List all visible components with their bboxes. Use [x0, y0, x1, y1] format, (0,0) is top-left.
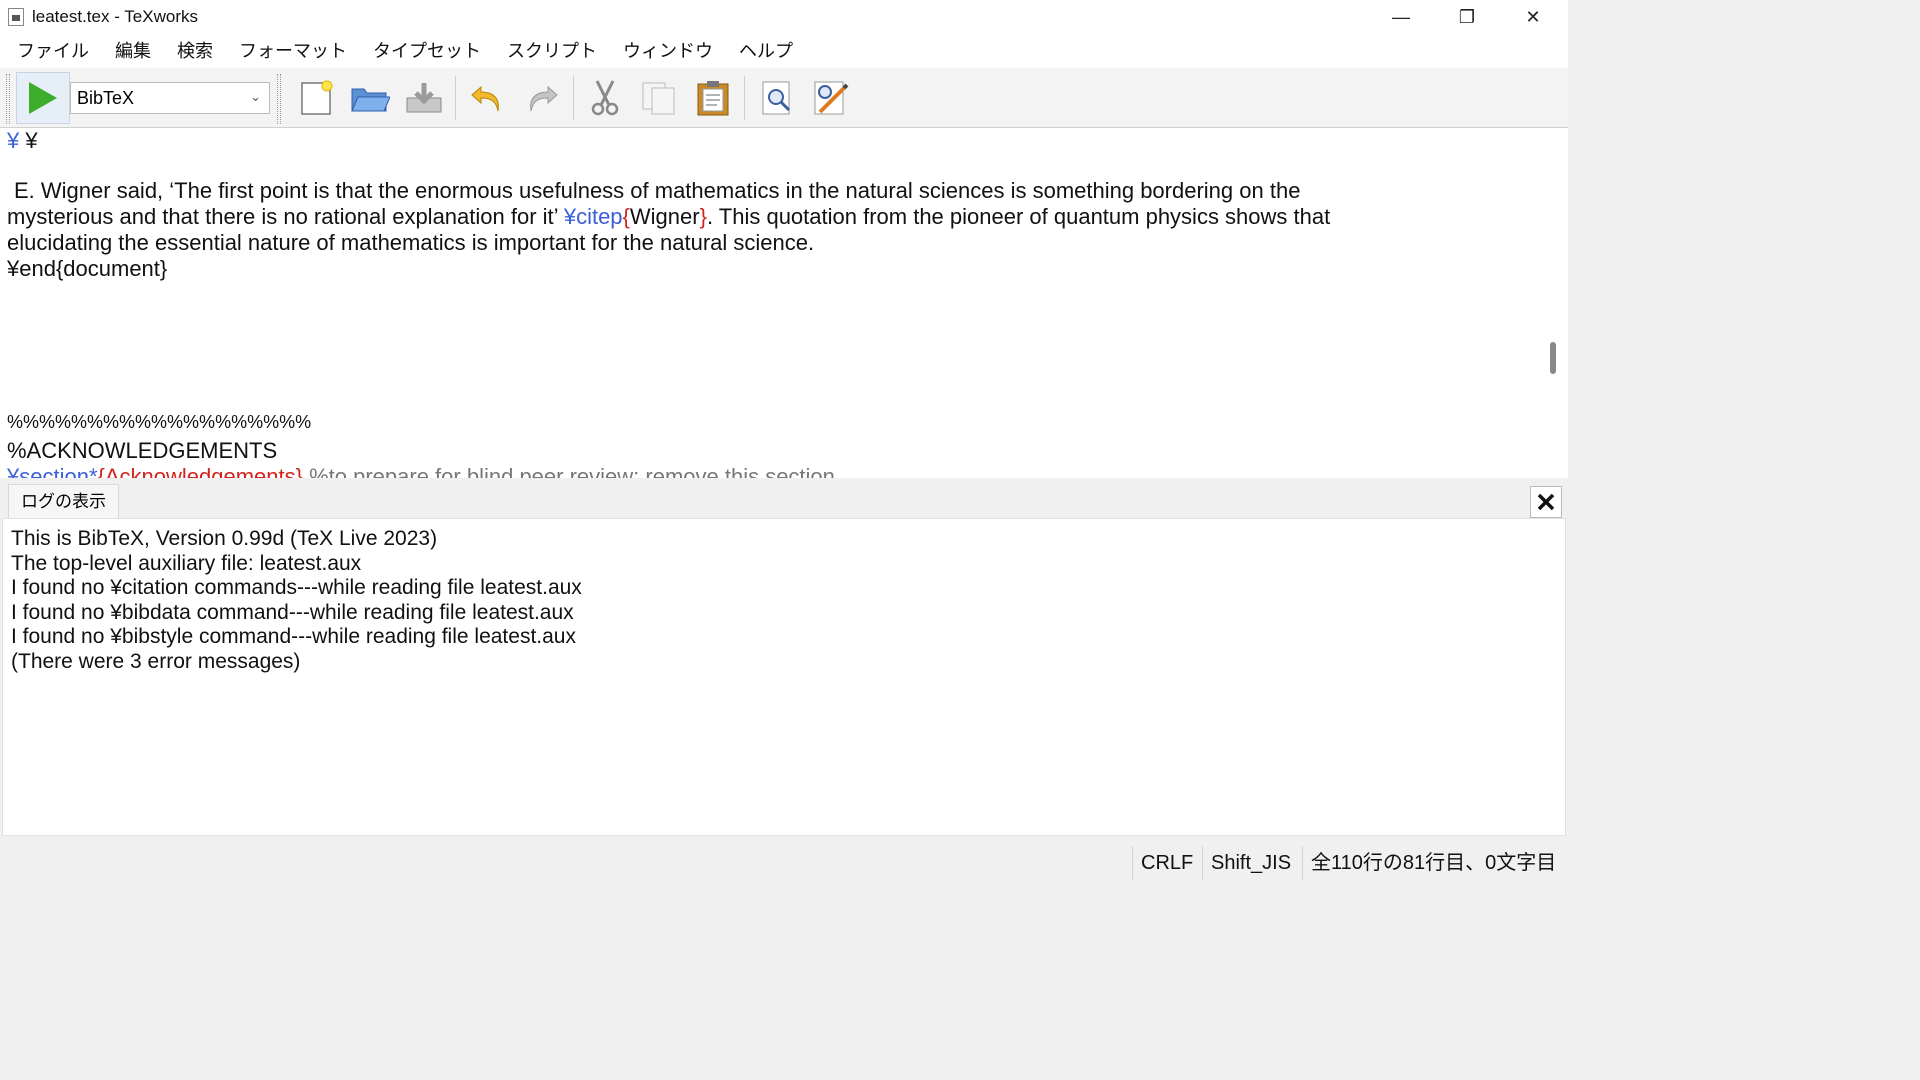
replace-button[interactable] — [811, 78, 851, 118]
cut-button[interactable] — [585, 78, 625, 118]
toolbar-separator — [744, 76, 745, 120]
menu-typeset[interactable]: タイプセット — [360, 34, 494, 68]
close-icon — [1537, 493, 1555, 511]
comment-text: %to prepare for blind peer review: remov… — [302, 464, 835, 478]
find-icon — [762, 81, 791, 115]
log-tab[interactable]: ログの表示 — [8, 484, 119, 518]
log-line: I found no ¥bibdata command---while read… — [11, 601, 574, 624]
menu-file[interactable]: ファイル — [4, 34, 102, 68]
editor-line: ¥section*{Acknowledgements} %to prepare … — [7, 464, 835, 478]
citep-command: ¥citep — [563, 204, 623, 229]
source-editor[interactable]: ¥ ¥ E. Wigner said, ‘The first point is … — [0, 128, 1568, 478]
section-command: ¥section* — [7, 464, 98, 478]
paste-icon — [697, 81, 729, 116]
editor-line: mysterious and that there is no rational… — [7, 204, 1330, 230]
toolbar-separator — [455, 76, 456, 120]
redo-icon — [530, 85, 558, 112]
chevron-down-icon: ⌄ — [250, 89, 261, 104]
cursor-position-status: 全110行の81行目、0文字目 — [1302, 846, 1564, 880]
menu-scripts[interactable]: スクリプト — [494, 34, 610, 68]
menu-edit[interactable]: 編集 — [102, 34, 164, 68]
new-document-button[interactable] — [296, 78, 336, 118]
toolbar: BibTeX ⌄ — [0, 68, 1568, 128]
texworks-app-icon — [8, 8, 24, 26]
close-log-button[interactable] — [1530, 486, 1562, 518]
toolbar-grip[interactable] — [6, 74, 10, 124]
menu-bar: ファイル 編集 検索 フォーマット タイプセット スクリプト ウィンドウ ヘルプ — [0, 34, 1568, 68]
save-icon — [406, 83, 442, 113]
menu-search[interactable]: 検索 — [164, 34, 226, 68]
toolbar-grip-2[interactable] — [277, 74, 281, 124]
save-button[interactable] — [404, 78, 444, 118]
find-button[interactable] — [758, 78, 798, 118]
engine-value: BibTeX — [77, 87, 135, 108]
menu-format[interactable]: フォーマット — [226, 34, 360, 68]
toolbar-separator — [573, 76, 574, 120]
log-line: This is BibTeX, Version 0.99d (TeX Live … — [11, 527, 438, 550]
undo-icon — [471, 85, 499, 112]
section-argument: {Acknowledgements} — [97, 464, 303, 478]
yen-text: ¥ — [25, 128, 38, 153]
typeset-icon — [29, 82, 57, 114]
redo-button[interactable] — [522, 78, 562, 118]
comment-line: %%%%%%%%%%%%%%%%%%% — [7, 412, 312, 432]
yen-command: ¥ — [7, 128, 20, 153]
comment-line: %ACKNOWLEDGEMENTS — [7, 438, 278, 463]
log-line: The top-level auxiliary file: leatest.au… — [11, 552, 362, 575]
maximize-button[interactable]: ❐ — [1434, 0, 1500, 34]
log-line: I found no ¥bibstyle command---while rea… — [11, 625, 576, 648]
log-line: (There were 3 error messages) — [11, 650, 301, 673]
new-document-icon — [301, 80, 333, 115]
close-window-button[interactable]: ✕ — [1500, 0, 1566, 34]
line-ending-status[interactable]: CRLF — [1132, 846, 1201, 880]
editor-line: ¥ ¥ — [7, 128, 38, 154]
menu-help[interactable]: ヘルプ — [726, 34, 806, 68]
cut-icon — [591, 80, 619, 116]
log-panel-header: ログの表示 — [0, 478, 1568, 518]
typeset-engine-select[interactable]: BibTeX ⌄ — [70, 82, 270, 114]
log-line: I found no ¥citation commands---while re… — [11, 576, 582, 599]
paste-button[interactable] — [693, 78, 733, 118]
window-title: leatest.tex - TeXworks — [32, 7, 198, 26]
status-bar: CRLF Shift_JIS 全110行の81行目、0文字目 — [0, 840, 1568, 882]
typeset-button[interactable] — [16, 72, 70, 124]
editor-text: . This quotation from the pioneer of qua… — [706, 204, 1331, 229]
copy-icon — [642, 82, 675, 115]
log-output[interactable]: This is BibTeX, Version 0.99d (TeX Live … — [2, 518, 1566, 836]
open-folder-icon — [351, 88, 390, 112]
minimize-button[interactable]: — — [1368, 0, 1434, 34]
copy-button[interactable] — [639, 78, 679, 118]
open-button[interactable] — [350, 78, 390, 118]
menu-window[interactable]: ウィンドウ — [610, 34, 726, 68]
brace-close: } — [699, 204, 707, 229]
editor-scrollbar-thumb[interactable] — [1550, 342, 1556, 374]
citep-argument: Wigner — [629, 204, 700, 229]
brace-open: { — [622, 204, 630, 229]
undo-button[interactable] — [467, 78, 507, 118]
replace-icon — [814, 81, 849, 115]
editor-line: E. Wigner said, ‘The first point is that… — [14, 178, 1301, 203]
end-document-line: ¥end{document} — [7, 256, 168, 281]
editor-line: elucidating the essential nature of math… — [7, 230, 815, 255]
encoding-status[interactable]: Shift_JIS — [1202, 846, 1299, 880]
editor-text: mysterious and that there is no rational… — [7, 204, 564, 229]
title-bar: leatest.tex - TeXworks — ❐ ✕ — [0, 0, 1568, 34]
